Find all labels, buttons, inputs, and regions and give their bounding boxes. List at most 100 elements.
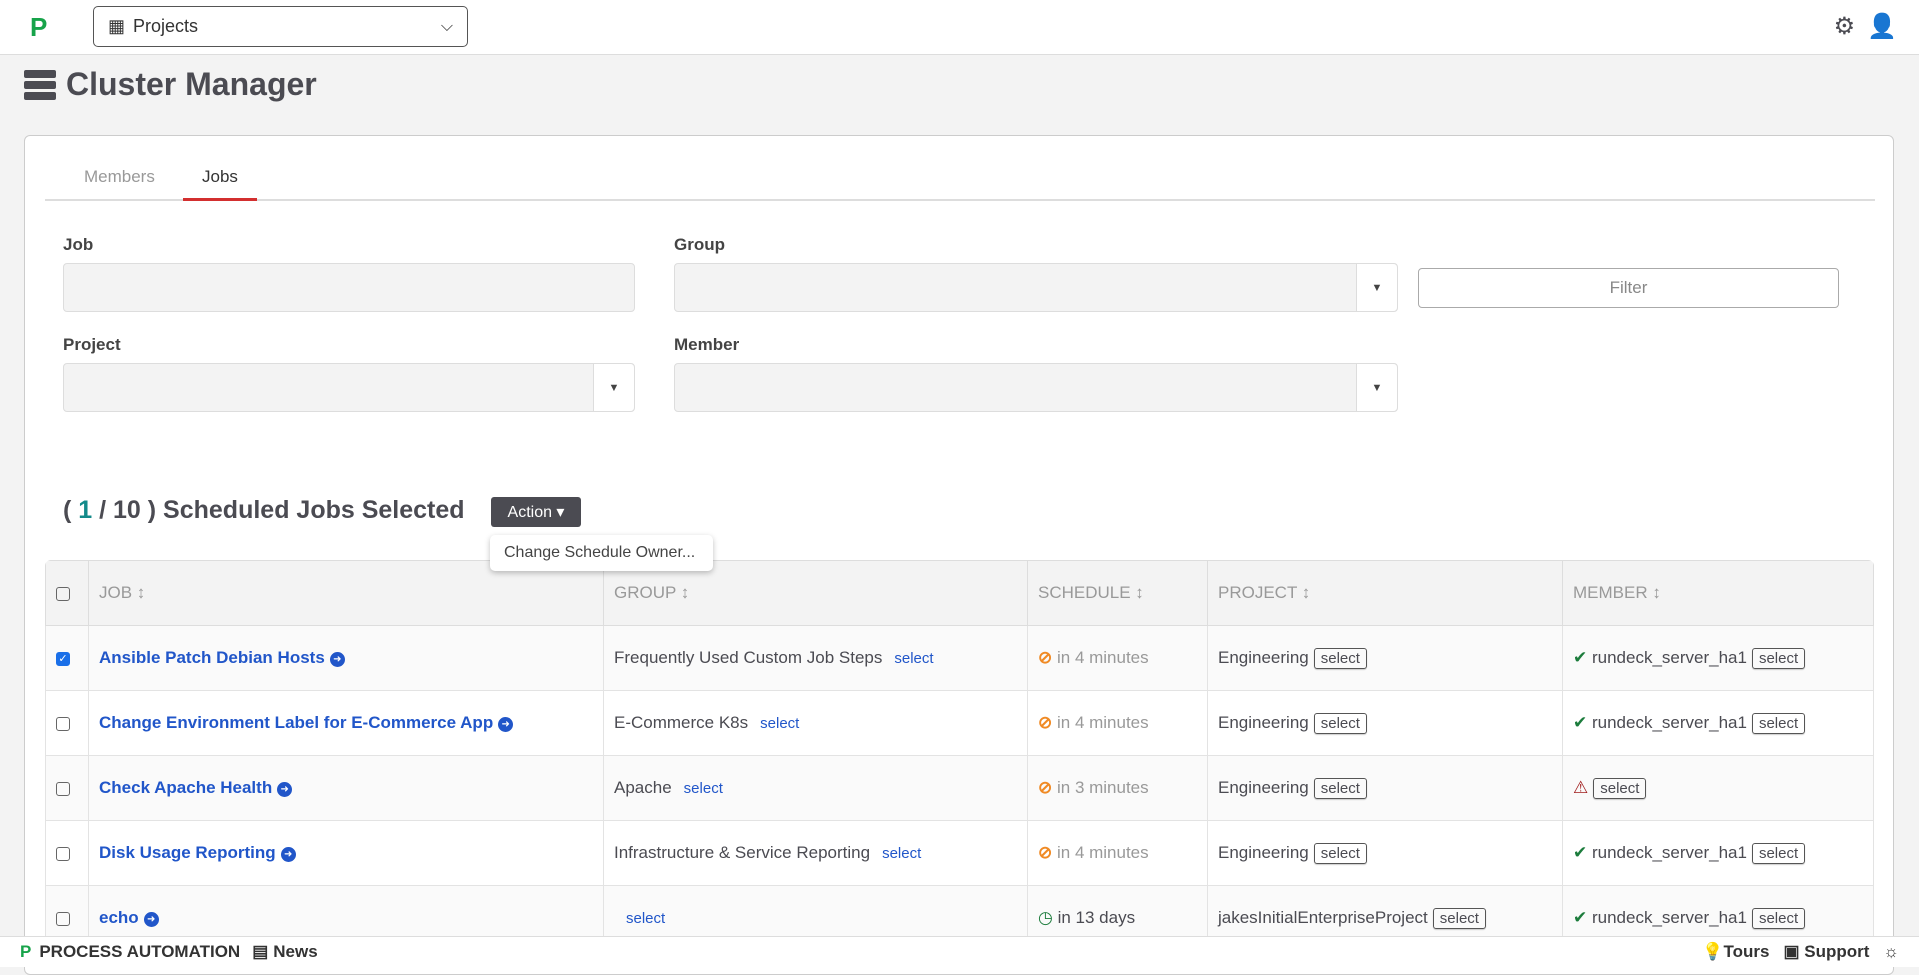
selected-count: 1 xyxy=(78,496,93,524)
job-link[interactable]: echo xyxy=(99,908,139,927)
action-button[interactable]: Action ▾ xyxy=(491,497,581,527)
jobs-table: JOB ↕ GROUP ↕ SCHEDULE ↕ PROJECT ↕ MEMBE… xyxy=(45,560,1874,951)
arrow-circle-right-icon[interactable]: ➜ xyxy=(280,847,296,862)
member-select[interactable]: ▼ xyxy=(674,363,1398,412)
member-label: Member xyxy=(674,335,740,354)
select-group-link[interactable]: select xyxy=(684,780,723,797)
table-row: Disk Usage Reporting ➜ Infrastructure & Se… xyxy=(45,820,1874,886)
select-group-link[interactable]: select xyxy=(760,715,799,732)
arrow-circle-right-icon[interactable]: ➜ xyxy=(277,782,293,797)
select-project-button[interactable]: select xyxy=(1313,647,1367,669)
caret-down-icon[interactable]: ▼ xyxy=(1356,364,1397,411)
group-cell: E-Commerce K8s select xyxy=(603,690,1028,756)
project-label: Project xyxy=(63,335,121,354)
row-checkbox[interactable] xyxy=(56,846,70,861)
group-select[interactable]: ▼ xyxy=(674,263,1398,312)
lightbulb-icon: 💡 xyxy=(1702,942,1724,961)
select-group-link[interactable]: select xyxy=(894,650,933,667)
schedule-text: in 4 minutes xyxy=(1056,713,1149,732)
tab-members[interactable]: Members xyxy=(65,164,174,201)
check-circle-icon: ✔ xyxy=(1573,907,1588,927)
select-member-button[interactable]: select xyxy=(1751,712,1806,734)
warning-icon: ⚠ xyxy=(1573,777,1589,797)
group-cell: Apache select xyxy=(603,755,1028,821)
checkbox-cell: ✓ xyxy=(45,625,89,691)
group-cell: Infrastructure & Service Reporting select xyxy=(603,820,1028,886)
projects-dropdown[interactable]: ▦ Projects ⌵ xyxy=(93,6,468,47)
schedule-text: in 13 days xyxy=(1057,908,1136,927)
job-input[interactable] xyxy=(63,263,635,312)
brand-label[interactable]: PROCESS AUTOMATION xyxy=(39,942,240,962)
caret-down-icon[interactable]: ▼ xyxy=(1356,264,1397,311)
group-cell: Frequently Used Custom Job Steps select xyxy=(603,625,1028,691)
tours-link[interactable]: 💡Tours xyxy=(1702,942,1769,962)
header-member[interactable]: MEMBER ↕ xyxy=(1562,560,1874,626)
arrow-circle-right-icon[interactable]: ➜ xyxy=(143,912,159,927)
select-all-checkbox[interactable] xyxy=(56,586,70,601)
job-link[interactable]: Change Environment Label for E-Commerce … xyxy=(99,713,493,732)
user-icon[interactable]: 👤 xyxy=(1867,12,1897,41)
checkbox-cell xyxy=(45,820,89,886)
row-checkbox[interactable] xyxy=(56,781,70,796)
select-member-button[interactable]: select xyxy=(1751,907,1806,929)
disabled-icon: ⊘ xyxy=(1038,778,1053,797)
gear-icon[interactable]: ⚙ xyxy=(1834,12,1856,41)
selection-summary: ( 1 / 10 ) Scheduled Jobs Selected xyxy=(63,496,465,525)
schedule-cell: ⊘ in 4 minutes xyxy=(1027,690,1208,756)
support-icon: ▣ xyxy=(1783,942,1805,961)
group-text: Frequently Used Custom Job Steps xyxy=(614,648,883,667)
job-label: Job xyxy=(63,235,94,254)
member-cell: ⚠ select xyxy=(1562,755,1874,821)
job-cell: Ansible Patch Debian Hosts ➜ xyxy=(88,625,604,691)
support-label: Support xyxy=(1804,942,1870,961)
logo[interactable]: P xyxy=(30,12,47,43)
arrow-circle-right-icon[interactable]: ➜ xyxy=(498,717,514,732)
theme-icon[interactable]: ☼ xyxy=(1883,942,1899,962)
job-cell: Check Apache Health ➜ xyxy=(88,755,604,821)
check-circle-icon: ✔ xyxy=(1573,647,1588,667)
select-member-button[interactable]: select xyxy=(1593,777,1647,799)
select-member-button[interactable]: select xyxy=(1751,647,1806,669)
tab-jobs[interactable]: Jobs xyxy=(183,164,257,201)
job-link[interactable]: Check Apache Health xyxy=(99,778,272,797)
schedule-cell: ⊘ in 3 minutes xyxy=(1027,755,1208,821)
disabled-icon: ⊘ xyxy=(1038,713,1053,732)
member-text: rundeck_server_ha1 xyxy=(1591,842,1747,862)
project-text: Engineering xyxy=(1218,777,1309,797)
footer: P PROCESS AUTOMATION ▤ News 💡Tours ▣ Sup… xyxy=(0,936,1919,967)
select-project-button[interactable]: select xyxy=(1313,777,1367,799)
logo-icon: P xyxy=(20,942,32,961)
schedule-cell: ⊘ in 4 minutes xyxy=(1027,820,1208,886)
row-checkbox[interactable] xyxy=(56,716,70,731)
project-text: Engineering xyxy=(1218,647,1309,667)
filter-button[interactable]: Filter xyxy=(1418,268,1839,308)
news-link[interactable]: News xyxy=(273,942,317,962)
select-project-button[interactable]: select xyxy=(1432,907,1486,929)
project-select[interactable]: ▼ xyxy=(63,363,635,412)
job-link[interactable]: Disk Usage Reporting xyxy=(99,843,276,862)
caret-down-icon[interactable]: ▼ xyxy=(593,364,634,411)
arrow-circle-right-icon[interactable]: ➜ xyxy=(329,652,345,667)
select-project-button[interactable]: select xyxy=(1313,712,1367,734)
group-text: Infrastructure & Service Reporting xyxy=(614,843,871,862)
job-link[interactable]: Ansible Patch Debian Hosts xyxy=(99,648,325,667)
header-schedule[interactable]: SCHEDULE ↕ xyxy=(1027,560,1208,626)
select-project-button[interactable]: select xyxy=(1313,842,1367,864)
support-link[interactable]: ▣ Support xyxy=(1783,942,1869,962)
page-title-text: Cluster Manager xyxy=(66,66,317,102)
check-circle-icon: ✔ xyxy=(1573,712,1588,732)
schedule-text: in 3 minutes xyxy=(1056,778,1149,797)
schedule-text: in 4 minutes xyxy=(1056,648,1149,667)
row-checkbox[interactable] xyxy=(56,911,70,926)
select-group-link[interactable]: select xyxy=(882,845,921,862)
menu-item-change-schedule-owner[interactable]: Change Schedule Owner... xyxy=(490,535,713,571)
table-row: Change Environment Label for E-Commerce … xyxy=(45,690,1874,756)
row-checkbox[interactable]: ✓ xyxy=(56,651,70,666)
select-group-link[interactable]: select xyxy=(626,910,665,927)
header-project[interactable]: PROJECT ↕ xyxy=(1207,560,1563,626)
project-cell: Engineering select xyxy=(1207,820,1563,886)
select-member-button[interactable]: select xyxy=(1751,842,1806,864)
cluster-card: Members Jobs Job Group ▼ Filter Project … xyxy=(24,135,1894,975)
project-cell: Engineering select xyxy=(1207,755,1563,821)
group-label: Group xyxy=(674,235,725,254)
